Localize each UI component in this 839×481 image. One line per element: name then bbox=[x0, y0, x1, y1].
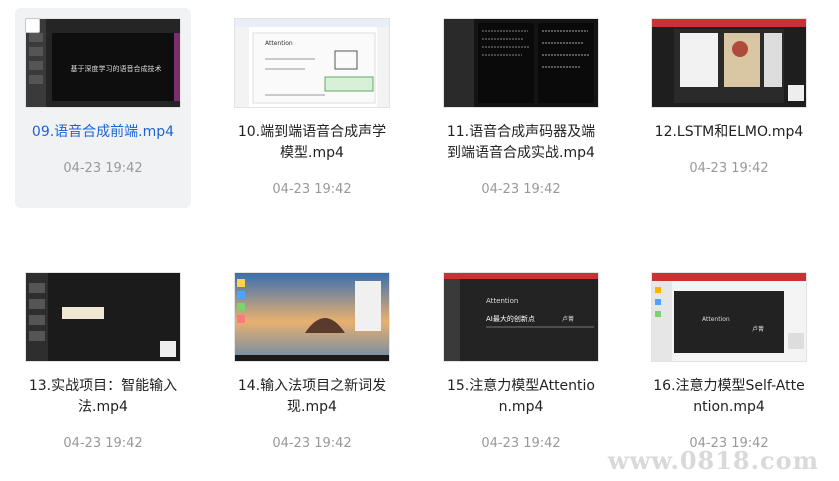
video-title[interactable]: 12.LSTM和ELMO.mp4 bbox=[641, 122, 817, 143]
video-item-16[interactable]: Attention 卢菁 16.注意力模型Self-Atte ntion.mp4… bbox=[641, 262, 817, 462]
video-thumbnail[interactable] bbox=[234, 272, 390, 362]
video-title[interactable]: 10.端到端语音合成声学 模型.mp4 bbox=[224, 122, 400, 164]
video-item-09[interactable]: 基于深度学习的语音合成技术 09.语音合成前端.mp4 04-23 19:42 bbox=[15, 8, 191, 208]
video-item-10[interactable]: Attention 10.端到端语音合成声学 模型.mp4 04-23 19:4… bbox=[224, 8, 400, 208]
video-date: 04-23 19:42 bbox=[689, 161, 769, 176]
video-date: 04-23 19:42 bbox=[63, 436, 143, 451]
thumb-subheading: AI最大的创新点 bbox=[486, 314, 535, 323]
thumb-heading: Attention bbox=[702, 316, 730, 323]
video-date: 04-23 19:42 bbox=[481, 182, 561, 197]
thumb-title: 基于深度学习的语音合成技术 bbox=[71, 64, 162, 73]
video-thumbnail[interactable] bbox=[651, 18, 807, 108]
video-title[interactable]: 11.语音合成声码器及端 到端语音合成实战.mp4 bbox=[433, 122, 609, 164]
select-checkbox[interactable] bbox=[25, 18, 40, 33]
video-title[interactable]: 15.注意力模型Attentio n.mp4 bbox=[433, 376, 609, 418]
video-date: 04-23 19:42 bbox=[63, 161, 143, 176]
video-title[interactable]: 09.语音合成前端.mp4 bbox=[15, 122, 191, 143]
thumb-title: Attention bbox=[265, 40, 293, 47]
video-date: 04-23 19:42 bbox=[272, 182, 352, 197]
thumb-badge: 卢菁 bbox=[752, 325, 764, 333]
video-thumbnail[interactable] bbox=[25, 272, 181, 362]
video-item-11[interactable]: 11.语音合成声码器及端 到端语音合成实战.mp4 04-23 19:42 bbox=[433, 8, 609, 208]
video-title[interactable]: 13.实战项目：智能输入 法.mp4 bbox=[15, 376, 191, 418]
video-thumbnail[interactable]: 基于深度学习的语音合成技术 bbox=[25, 18, 181, 108]
video-item-15[interactable]: Attention AI最大的创新点 卢菁 15.注意力模型Attentio n… bbox=[433, 262, 609, 462]
video-item-12[interactable]: 12.LSTM和ELMO.mp4 04-23 19:42 bbox=[641, 8, 817, 208]
video-item-14[interactable]: 14.输入法项目之新词发 现.mp4 04-23 19:42 bbox=[224, 262, 400, 462]
video-title[interactable]: 14.输入法项目之新词发 现.mp4 bbox=[224, 376, 400, 418]
watermark: www.0818.com bbox=[607, 446, 819, 475]
video-thumbnail[interactable]: Attention 卢菁 bbox=[651, 272, 807, 362]
video-date: 04-23 19:42 bbox=[481, 436, 561, 451]
video-item-13[interactable]: 13.实战项目：智能输入 法.mp4 04-23 19:42 bbox=[15, 262, 191, 462]
video-date: 04-23 19:42 bbox=[272, 436, 352, 451]
thumb-heading: Attention bbox=[486, 297, 518, 305]
video-thumbnail[interactable]: Attention bbox=[234, 18, 390, 108]
thumb-badge: 卢菁 bbox=[562, 315, 574, 323]
video-thumbnail[interactable]: Attention AI最大的创新点 卢菁 bbox=[443, 272, 599, 362]
video-title[interactable]: 16.注意力模型Self-Atte ntion.mp4 bbox=[641, 376, 817, 418]
video-thumbnail[interactable] bbox=[443, 18, 599, 108]
